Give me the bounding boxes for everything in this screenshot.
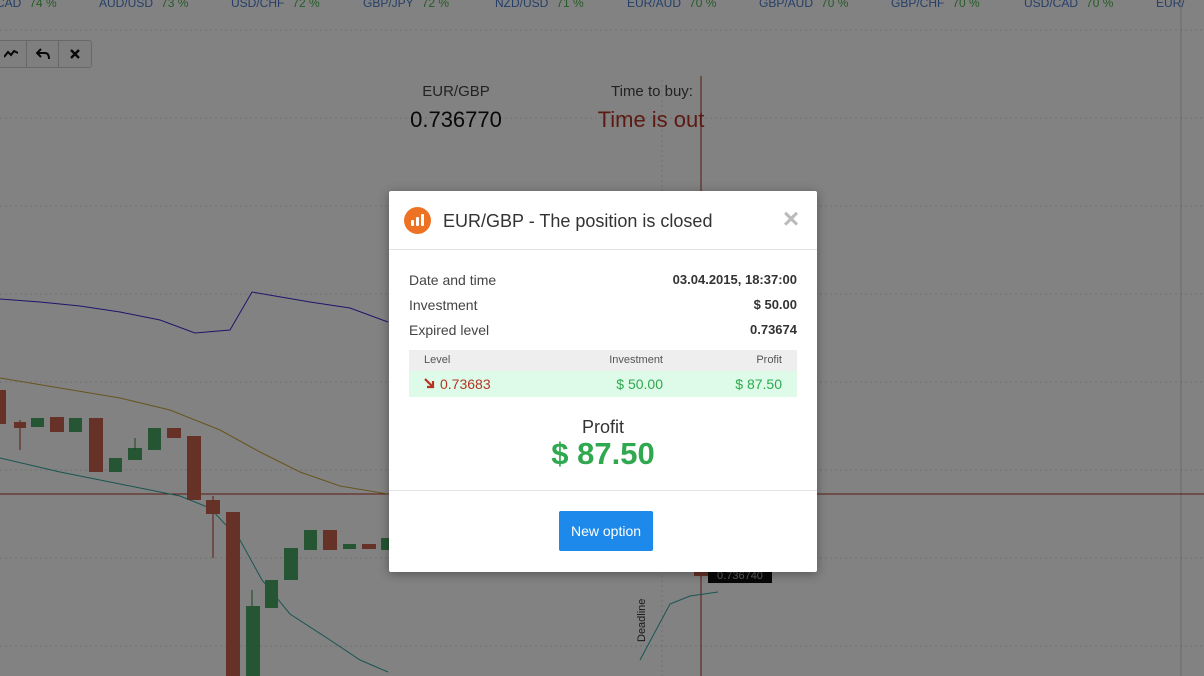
date-time-row: Date and time 03.04.2015, 18:37:00 [409, 270, 797, 290]
info-label: Expired level [409, 322, 490, 338]
info-value: 0.73674 [750, 322, 797, 337]
profit-amount: $ 87.50 [551, 436, 655, 471]
profit-value: $ 87.50 [735, 376, 782, 392]
expired-level-row: Expired level 0.73674 [409, 320, 797, 340]
dialog-header: EUR/GBP - The position is closed × [389, 191, 817, 250]
investment-row: Investment $ 50.00 [409, 295, 797, 315]
level-value: 0.73683 [440, 376, 491, 392]
info-label: Investment [409, 297, 478, 313]
column-header-level: Level [424, 354, 451, 366]
column-header-investment: Investment [609, 354, 663, 366]
arrow-down-icon [424, 378, 435, 389]
divider [389, 490, 817, 491]
table-header: Level Investment Profit [409, 350, 797, 371]
table-row: 0.73683 $ 50.00 $ 87.50 [409, 371, 797, 397]
info-label: Date and time [409, 272, 497, 288]
info-value: 03.04.2015, 18:37:00 [672, 272, 797, 287]
close-icon[interactable]: × [779, 205, 803, 233]
position-closed-dialog: EUR/GBP - The position is closed × Date … [389, 191, 817, 572]
new-option-button[interactable]: New option [559, 511, 653, 551]
investment-value: $ 50.00 [616, 376, 663, 392]
profit-label: Profit [581, 417, 624, 437]
column-header-profit: Profit [756, 354, 782, 366]
position-table: Level Investment Profit 0.73683 $ 50.00 … [409, 350, 797, 397]
dialog-title: EUR/GBP - The position is closed [443, 211, 713, 231]
bar-chart-icon [404, 207, 431, 234]
info-value: $ 50.00 [753, 297, 797, 312]
